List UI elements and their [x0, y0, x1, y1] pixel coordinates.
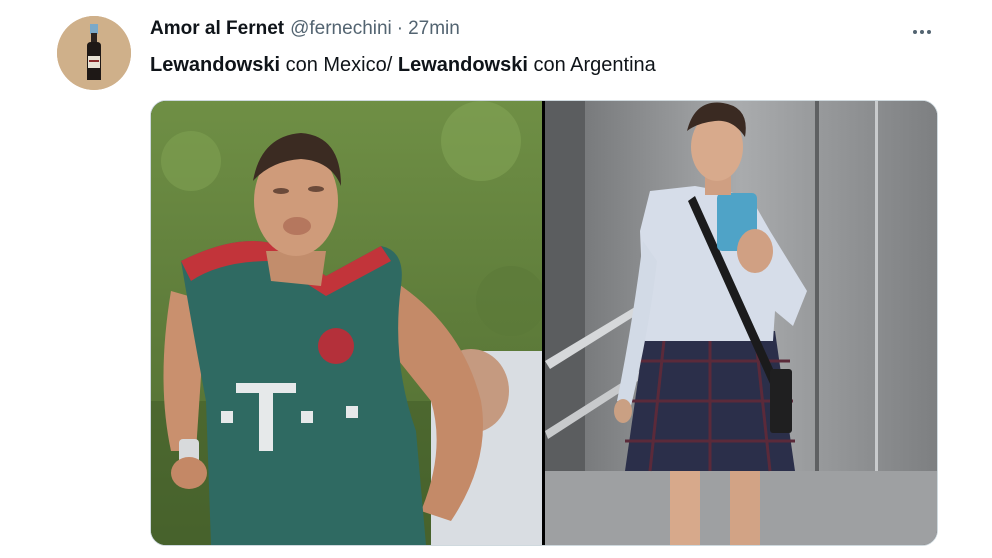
tweet-timestamp[interactable]: 27min: [408, 18, 460, 40]
avatar[interactable]: [57, 16, 131, 90]
tweet-media: [150, 100, 938, 546]
football-player-photo[interactable]: [151, 101, 542, 545]
tweet-text-part-4: con Argentina: [527, 54, 656, 76]
tweet[interactable]: Amor al Fernet @fernechini · 27min Lewan…: [0, 0, 992, 558]
more-options-icon[interactable]: [905, 18, 939, 46]
tweet-text-bold-2: Lewandowski: [397, 54, 528, 76]
more-dot: [913, 30, 917, 34]
more-dot: [920, 30, 924, 34]
elevator-selfie-photo[interactable]: [545, 101, 937, 545]
tweet-text-part-2: con Mexico/: [280, 54, 398, 76]
separator-dot: ·: [396, 18, 404, 39]
display-name[interactable]: Amor al Fernet: [150, 18, 284, 40]
fernet-bottle-icon: [57, 16, 131, 90]
tweet-text: Lewandowski con Mexico/ Lewandowski con …: [150, 54, 656, 77]
tweet-text-bold-1: Lewandowski: [150, 54, 281, 76]
more-dot: [927, 30, 931, 34]
tweet-header: Amor al Fernet @fernechini · 27min: [150, 18, 460, 46]
user-handle[interactable]: @fernechini: [290, 18, 392, 40]
